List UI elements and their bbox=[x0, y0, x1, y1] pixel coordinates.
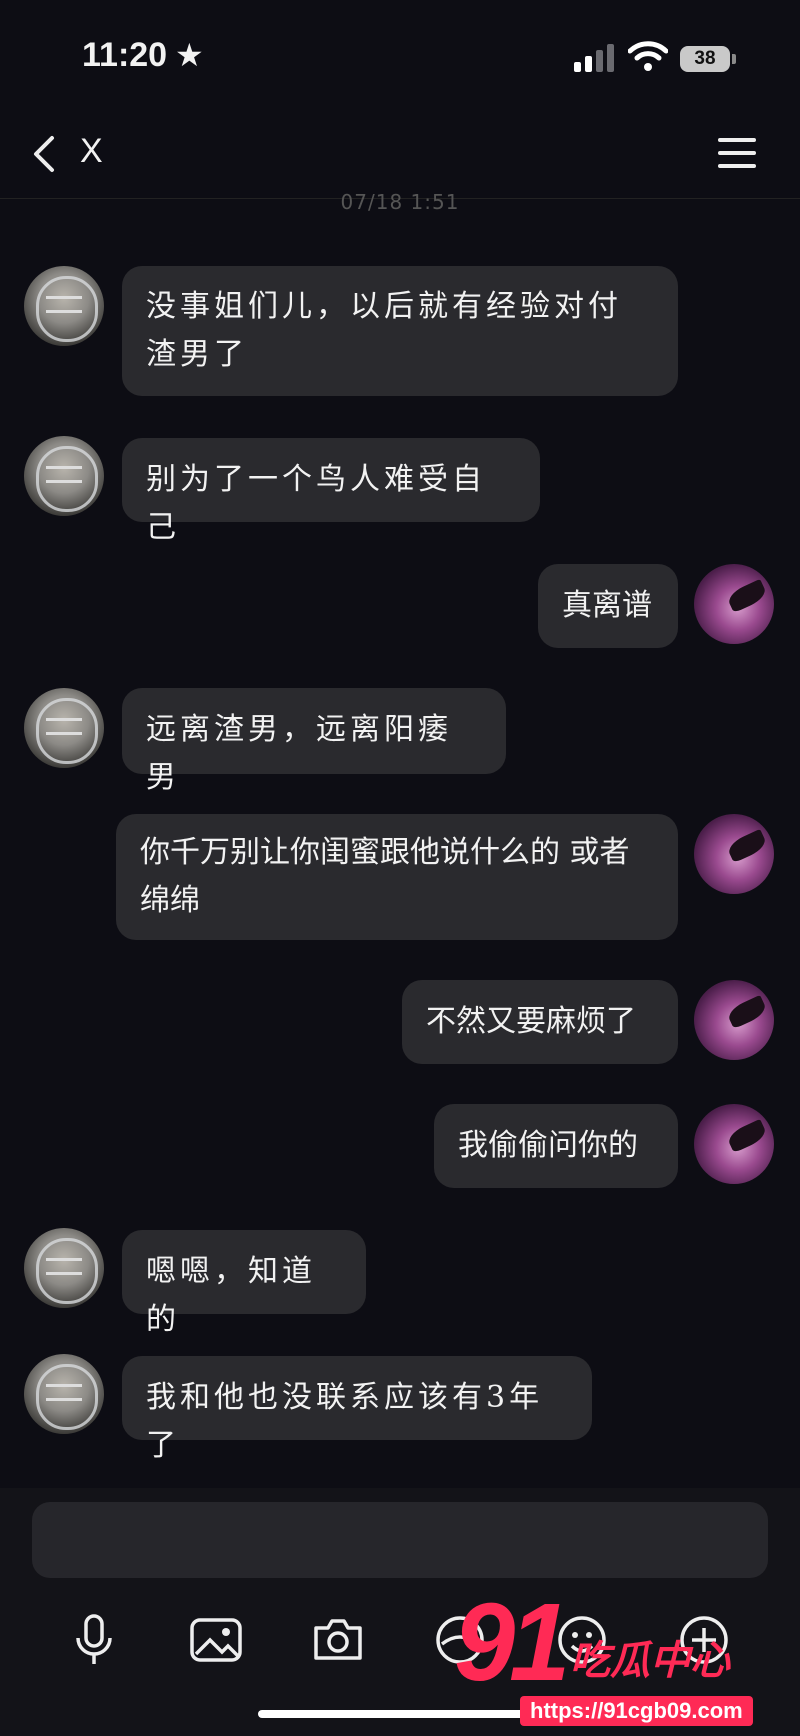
battery-tip bbox=[732, 54, 736, 64]
message-bubble[interactable]: 我和他也没联系应该有3年了 bbox=[122, 1356, 592, 1463]
friend-avatar[interactable] bbox=[24, 688, 104, 768]
status-bar: 11:20 ★ 38 bbox=[0, 0, 800, 110]
friend-avatar[interactable] bbox=[24, 266, 104, 346]
wifi-icon bbox=[628, 41, 668, 71]
message-bubble[interactable]: 不然又要麻烦了 bbox=[402, 980, 678, 1064]
image-icon[interactable] bbox=[184, 1608, 248, 1672]
my-avatar[interactable] bbox=[694, 1104, 774, 1184]
message-bubble[interactable]: 别为了一个鸟人难受自己 bbox=[122, 438, 540, 545]
camera-icon[interactable] bbox=[306, 1608, 370, 1672]
friend-avatar[interactable] bbox=[24, 1228, 104, 1308]
message-bubble[interactable]: 没事姐们儿，以后就有经验对付渣男了 bbox=[122, 266, 678, 396]
watermark: 91 吃瓜中心 https://91cgb09.com bbox=[440, 1588, 780, 1736]
chat-header: X bbox=[0, 110, 800, 199]
friend-avatar[interactable] bbox=[24, 1354, 104, 1434]
back-button[interactable] bbox=[26, 132, 66, 176]
watermark-text: 吃瓜中心 bbox=[570, 1638, 730, 1684]
message-bubble[interactable]: 嗯嗯，知道的 bbox=[122, 1230, 366, 1337]
my-avatar[interactable] bbox=[694, 814, 774, 894]
my-avatar[interactable] bbox=[694, 980, 774, 1060]
star-icon: ★ bbox=[175, 36, 204, 74]
battery-icon: 38 bbox=[680, 46, 730, 72]
chat-title[interactable]: X bbox=[80, 132, 103, 171]
message-bubble[interactable]: 真离谱 bbox=[538, 564, 678, 648]
message-bubble[interactable]: 远离渣男，远离阳痿男 bbox=[122, 688, 506, 795]
watermark-logo: 91 bbox=[454, 1581, 570, 1704]
message-input[interactable] bbox=[32, 1502, 768, 1578]
watermark-url: https://91cgb09.com bbox=[520, 1696, 753, 1726]
message-bubble[interactable]: 我偷偷问你的 bbox=[434, 1104, 678, 1188]
status-time: 11:20 bbox=[82, 36, 168, 74]
cellular-signal-icon bbox=[574, 42, 616, 72]
message-bubble[interactable]: 你千万别让你闺蜜跟他说什么的 或者绵绵 bbox=[116, 814, 678, 940]
menu-button[interactable] bbox=[718, 138, 756, 170]
friend-avatar[interactable] bbox=[24, 436, 104, 516]
mic-icon[interactable] bbox=[62, 1608, 126, 1672]
message-timestamp: 07/18 1:51 bbox=[340, 190, 460, 214]
my-avatar[interactable] bbox=[694, 564, 774, 644]
